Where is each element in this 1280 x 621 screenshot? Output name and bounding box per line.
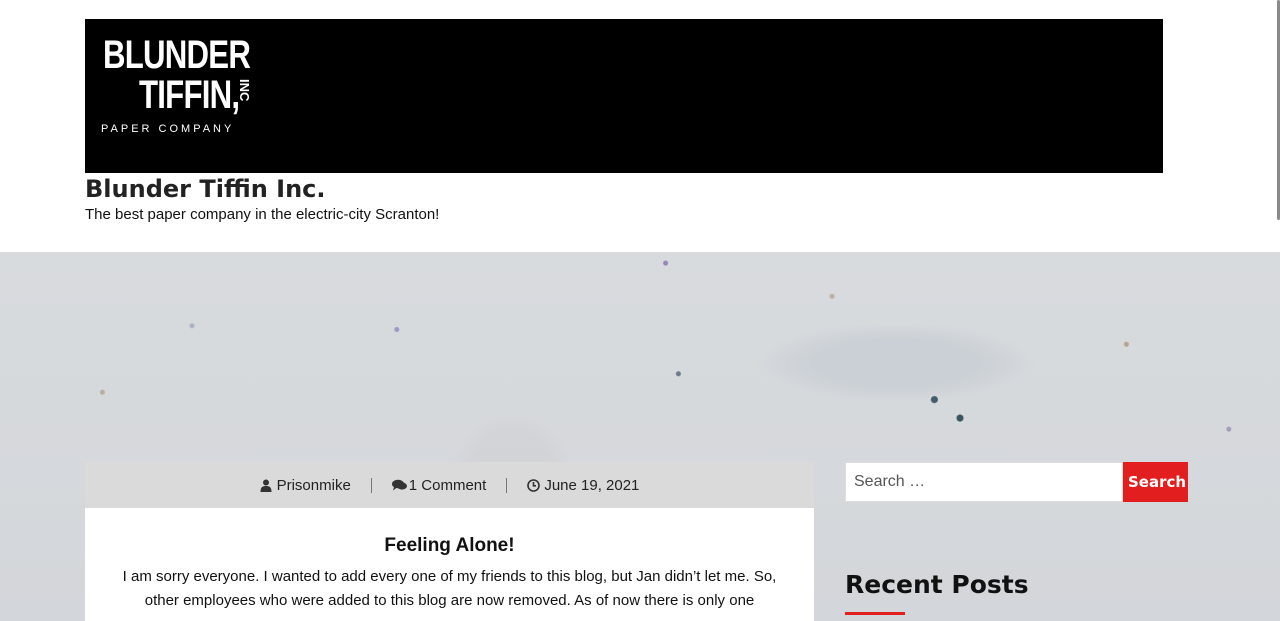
post-title[interactable]: Feeling Alone! [85, 508, 814, 558]
clock-icon [527, 479, 541, 492]
header-banner[interactable]: BLUNDER TIFFIN, INC PAPER COMPANY [85, 19, 1163, 173]
site-logo[interactable]: BLUNDER TIFFIN, INC PAPER COMPANY [101, 35, 281, 145]
user-icon [260, 479, 272, 492]
site-description: The best paper company in the electric-c… [85, 206, 440, 223]
post-date[interactable]: June 19, 2021 [507, 477, 659, 494]
recent-posts-heading: Recent Posts [845, 570, 1029, 599]
logo-line2: TIFFIN, [139, 73, 240, 117]
comments-icon [391, 479, 407, 491]
heading-underline [845, 612, 905, 615]
site-title[interactable]: Blunder Tiffin Inc. [85, 174, 326, 204]
site-header: BLUNDER TIFFIN, INC PAPER COMPANY Blunde… [0, 0, 1280, 252]
post-author-label: Prisonmike [276, 476, 351, 494]
post-comments-label: 1 Comment [408, 476, 487, 494]
search-input[interactable] [845, 462, 1123, 502]
logo-tagline: PAPER COMPANY [101, 123, 235, 135]
search-button[interactable]: Search [1123, 462, 1188, 502]
logo-line1: BLUNDER [103, 33, 251, 77]
post-card: Prisonmike 1 Comment June 19, 2021 Feeli… [85, 462, 814, 621]
search-form: Search [845, 462, 1188, 502]
post-author[interactable]: Prisonmike [240, 477, 371, 494]
post-excerpt: I am sorry everyone. I wanted to add eve… [122, 568, 777, 609]
post-date-label: June 19, 2021 [544, 476, 640, 494]
post-meta-bar: Prisonmike 1 Comment June 19, 2021 [85, 462, 814, 508]
logo-inc: INC [237, 79, 252, 102]
post-comments[interactable]: 1 Comment [372, 477, 507, 494]
